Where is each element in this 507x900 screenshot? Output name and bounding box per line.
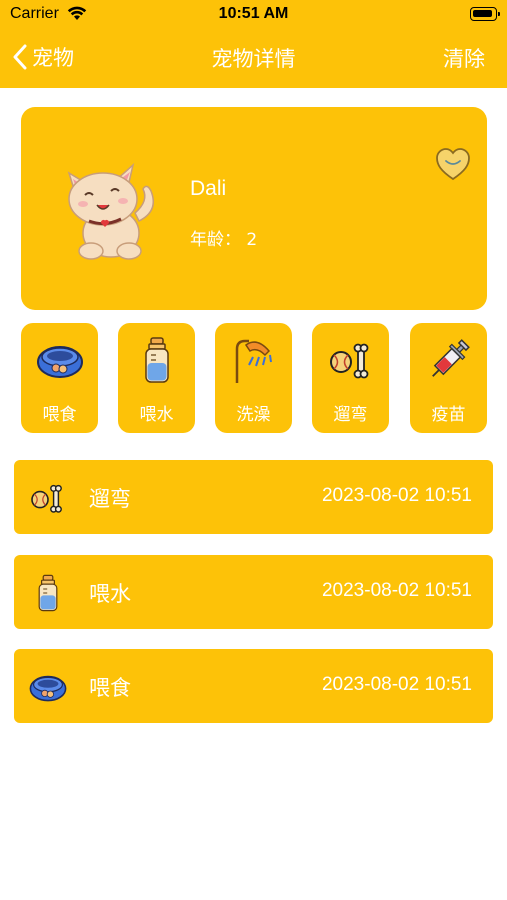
syringe-icon: [424, 335, 474, 385]
record-time: 2023-08-02 10:51: [321, 485, 472, 506]
feed-food-button[interactable]: 喂食: [21, 323, 98, 433]
status-time: 10:51 AM: [218, 5, 289, 22]
bath-button[interactable]: 洗澡: [215, 323, 292, 433]
record-time: 2023-08-02 10:51: [321, 674, 472, 695]
clear-button[interactable]: 清除: [443, 43, 485, 73]
shower-icon: [229, 335, 279, 385]
action-label: 疫苗: [431, 405, 466, 425]
water-bottle-icon: [28, 573, 68, 613]
vaccine-button[interactable]: 疫苗: [410, 323, 487, 433]
nav-bar: 宠物 宠物详情 清除: [0, 36, 507, 80]
action-label: 喂食: [42, 405, 77, 425]
record-row[interactable]: 喂水 2023-08-02 10:51: [14, 555, 493, 629]
heart-icon[interactable]: [435, 147, 471, 183]
cat-avatar: [67, 162, 154, 260]
record-name: 遛弯: [89, 487, 131, 511]
status-bar: Carrier 10:51 AM: [0, 0, 507, 30]
action-label: 喂水: [139, 405, 174, 425]
food-bowl-icon: [28, 667, 68, 707]
ball-bone-icon: [326, 335, 376, 385]
ball-bone-icon: [28, 478, 68, 518]
feed-water-button[interactable]: 喂水: [118, 323, 195, 433]
pet-age: 年龄： 2: [190, 230, 258, 250]
action-label: 洗澡: [236, 405, 271, 425]
record-name: 喂食: [89, 676, 131, 700]
record-row[interactable]: 喂食 2023-08-02 10:51: [14, 649, 493, 723]
pet-info-card: Dali 年龄： 2: [21, 107, 487, 310]
battery-icon: [470, 7, 500, 21]
action-label: 遛弯: [333, 405, 368, 425]
water-bottle-icon: [132, 335, 182, 385]
record-row[interactable]: 遛弯 2023-08-02 10:51: [14, 460, 493, 534]
record-time: 2023-08-02 10:51: [321, 580, 472, 601]
care-actions: 喂食 喂水 洗澡 遛弯 疫苗: [21, 323, 487, 433]
pet-name: Dali: [190, 177, 227, 200]
record-name: 喂水: [89, 582, 131, 606]
walk-button[interactable]: 遛弯: [312, 323, 389, 433]
food-bowl-icon: [35, 335, 85, 385]
page-title: 宠物详情: [211, 47, 296, 71]
navigation-header: Carrier 10:51 AM 宠物 宠物详情 清除: [0, 0, 507, 88]
